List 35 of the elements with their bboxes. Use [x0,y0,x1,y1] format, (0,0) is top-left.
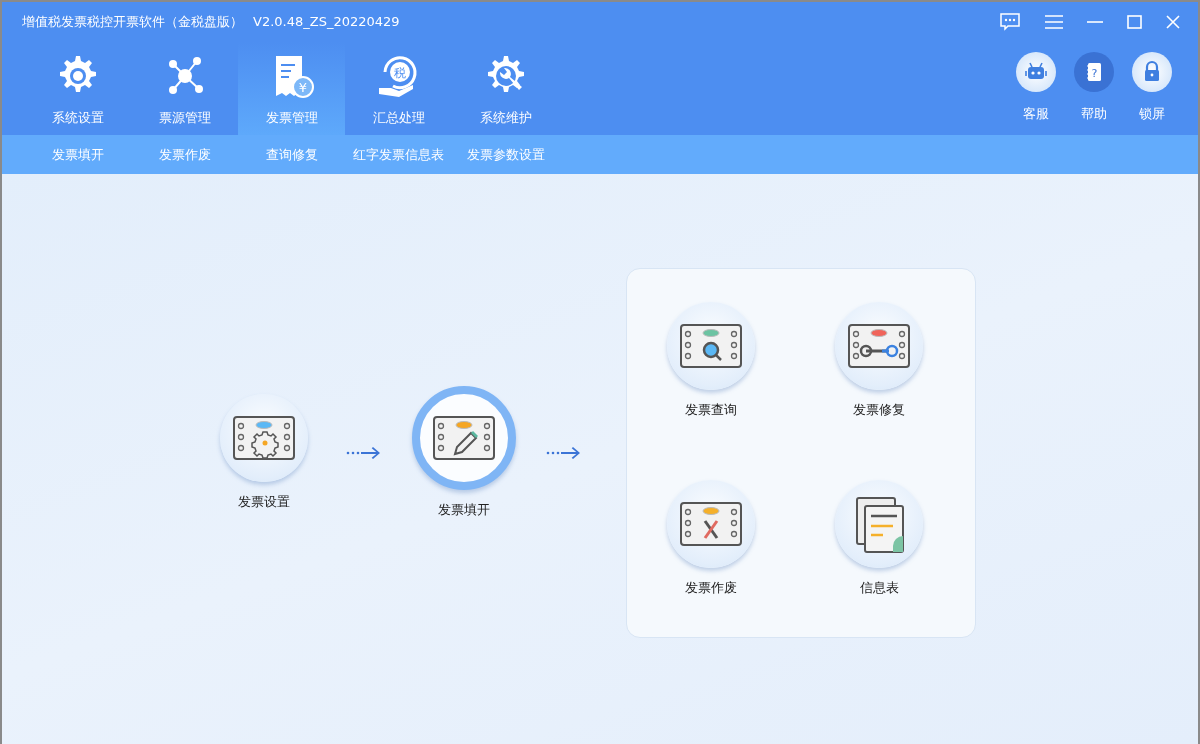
flow-node[interactable]: 发票作废 [627,479,795,597]
quick-button[interactable]: 锁屏 [1132,52,1172,135]
menu-icon[interactable] [1045,15,1063,29]
chat-icon[interactable] [999,12,1021,32]
quick-button[interactable]: 客服 [1016,52,1056,135]
sub-tab[interactable]: 发票填开 [24,144,131,165]
main-tab[interactable]: 税 汇总处理 [345,42,452,135]
yen-glyph: ¥ [298,80,307,95]
maximize-icon[interactable] [1127,15,1142,29]
main-tab[interactable]: 票源管理 [131,42,238,135]
sub-tab[interactable]: 发票作废 [131,144,238,165]
quick-button[interactable]: ? 帮助 [1074,52,1114,135]
sub-tab[interactable]: 查询修复 [238,144,345,165]
network-icon [168,57,203,94]
close-icon[interactable] [1166,15,1180,29]
invoice-settings-icon [232,416,296,461]
invoice-search-icon [679,324,743,368]
version-label: V2.0.48_ZS_20220429 [253,13,400,32]
main-tab[interactable]: 系统维护 [452,42,559,135]
flow-node[interactable]: 信息表 [795,479,963,597]
main-tab[interactable]: 系统设置 [24,42,131,135]
invoice-void-icon [679,501,743,546]
invoice-repair-icon [847,324,911,368]
wrench-gear-icon [487,56,524,92]
sub-tab[interactable]: 发票参数设置 [452,144,559,165]
flow-node[interactable]: 发票查询 [627,302,795,420]
tax-glyph: 税 [393,66,406,80]
arrow-icon [546,446,582,460]
arrow-icon [346,446,382,460]
sub-tab[interactable]: 红字发票信息表 [345,144,452,165]
gear-icon [59,56,96,92]
invoice-edit-icon [432,416,496,461]
window-title: 增值税发票税控开票软件（金税盘版） [22,13,243,32]
question-glyph: ? [1091,67,1098,80]
flow-node[interactable]: 发票修复 [795,302,963,420]
